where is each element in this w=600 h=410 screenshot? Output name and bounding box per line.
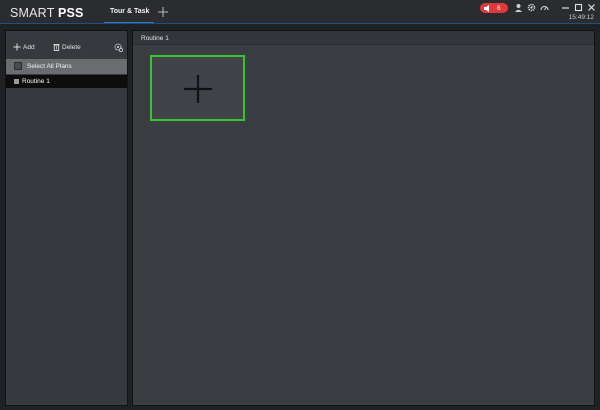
gear-icon[interactable] [527, 3, 536, 12]
routine-header: Routine 1 [133, 31, 594, 45]
plans-panel: Add Delete Select All Plans Routine 1 [5, 30, 128, 406]
plan-item-marker [14, 79, 19, 84]
plus-icon [158, 7, 168, 17]
add-view-window-button[interactable] [150, 55, 245, 121]
plan-item-label: Routine 1 [22, 77, 50, 85]
routine-panel: Routine 1 [132, 30, 595, 406]
select-all-plans[interactable]: Select All Plans [6, 59, 127, 74]
minimize-icon[interactable] [561, 3, 570, 12]
title-bar: SMART PSS Tour & Task 6 15:49:12 [0, 0, 600, 24]
plans-toolbar: Add Delete [6, 31, 129, 57]
speaker-icon [484, 4, 489, 12]
add-plan-button[interactable]: Add [13, 42, 35, 52]
add-plan-label: Add [23, 43, 35, 51]
plus-icon [13, 43, 21, 51]
alarm-count: 6 [497, 4, 501, 12]
maximize-icon[interactable] [574, 3, 583, 12]
clock: 15:49:12 [568, 14, 594, 21]
plus-icon [184, 75, 212, 103]
dashboard-gauge-icon[interactable] [540, 3, 549, 12]
delete-plan-label: Delete [62, 43, 81, 51]
app-logo: SMART PSS [10, 6, 84, 20]
titlebar-divider [0, 23, 600, 24]
user-icon[interactable] [514, 3, 523, 12]
select-all-label: Select All Plans [27, 62, 72, 70]
routine-title: Routine 1 [141, 34, 169, 42]
close-icon[interactable] [587, 3, 596, 12]
select-all-checkbox[interactable] [14, 62, 22, 70]
trash-icon [53, 44, 60, 51]
tab-tour-and-task[interactable]: Tour & Task [104, 0, 154, 24]
settings-cog-icon [114, 43, 123, 52]
add-tab-button[interactable] [157, 6, 169, 18]
delete-plan-button[interactable]: Delete [53, 42, 81, 52]
plan-settings-button[interactable] [114, 42, 123, 52]
alarm-badge[interactable]: 6 [480, 3, 508, 13]
plan-list-item[interactable]: Routine 1 [6, 75, 127, 88]
tab-label: Tour & Task [110, 8, 150, 15]
